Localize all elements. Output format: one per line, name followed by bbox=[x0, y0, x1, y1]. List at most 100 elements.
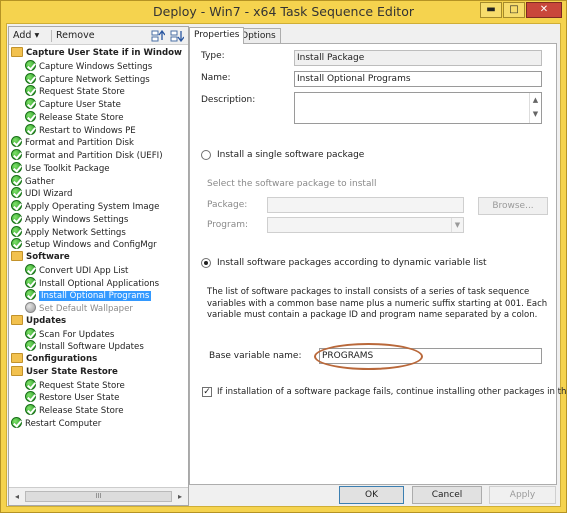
tree-step[interactable]: Restart Computer bbox=[11, 416, 102, 430]
tree-step[interactable]: Request State Store bbox=[25, 378, 125, 392]
tree-group[interactable]: User State Restore bbox=[11, 365, 118, 379]
tree-item-label: Format and Partition Disk bbox=[25, 138, 134, 149]
tree-item-label: Restart to Windows PE bbox=[39, 125, 136, 136]
scroll-left-icon[interactable]: ◂ bbox=[10, 490, 24, 503]
move-up-icon[interactable] bbox=[151, 30, 165, 42]
check-status-icon bbox=[25, 404, 36, 415]
tree-item-label: Scan For Updates bbox=[39, 329, 115, 340]
tree-item-label: Request State Store bbox=[39, 87, 125, 98]
tree-step[interactable]: Gather bbox=[11, 174, 55, 188]
tree-item-label: Capture User State if in Window bbox=[26, 48, 182, 58]
tree-step[interactable]: Install Software Updates bbox=[25, 340, 144, 353]
continue-on-failure-checkbox[interactable]: ✓ bbox=[202, 387, 212, 397]
description-scrollbar[interactable]: ▲ ▼ bbox=[529, 93, 541, 123]
check-status-icon bbox=[25, 72, 36, 84]
tree-step[interactable]: Install Optional Applications bbox=[25, 276, 159, 290]
toolbar-separator bbox=[51, 30, 52, 42]
check-status-icon bbox=[25, 123, 36, 135]
tree-step[interactable]: Capture Network Settings bbox=[25, 72, 150, 86]
tree-item-label: Request State Store bbox=[39, 380, 125, 391]
tree-step[interactable]: Scan For Updates bbox=[25, 327, 115, 341]
tree-item-label: Capture User State bbox=[39, 100, 121, 110]
check-status-icon bbox=[25, 59, 36, 71]
tree-step[interactable]: Capture Windows Settings bbox=[25, 59, 153, 73]
tree-step[interactable]: Release State Store bbox=[25, 110, 124, 124]
apply-button: Apply bbox=[489, 486, 556, 504]
tree-step[interactable]: Request State Store bbox=[25, 85, 125, 98]
description-field[interactable] bbox=[294, 92, 542, 124]
remove-button[interactable]: Remove bbox=[56, 29, 95, 43]
editor-content: Add ▾ Remove Capture User State if in Wi… bbox=[6, 23, 567, 507]
dynamic-list-description: The list of software packages to install… bbox=[207, 287, 548, 320]
tree-item-label: Set Default Wallpaper bbox=[39, 304, 133, 314]
maximize-button[interactable]: □ bbox=[503, 2, 525, 18]
tree-item-label: Use Toolkit Package bbox=[25, 163, 110, 174]
name-field[interactable]: Install Optional Programs bbox=[294, 71, 542, 87]
ok-button[interactable]: OK bbox=[339, 486, 404, 504]
tree-group[interactable]: Configurations bbox=[11, 353, 97, 366]
tree-step[interactable]: Apply Network Settings bbox=[11, 225, 126, 239]
tree-group[interactable]: Capture User State if in Window bbox=[11, 47, 182, 60]
tree-step[interactable]: Apply Windows Settings bbox=[11, 212, 128, 226]
tree-step[interactable]: Restore User State bbox=[25, 391, 119, 404]
check-status-icon bbox=[25, 378, 36, 390]
check-status-icon bbox=[11, 149, 22, 160]
tree-item-label: Install Optional Programs bbox=[39, 291, 152, 302]
tree-item-label: Restart Computer bbox=[25, 418, 102, 429]
package-label: Package: bbox=[207, 200, 248, 210]
description-label: Description: bbox=[201, 95, 256, 105]
tree-group[interactable]: Updates bbox=[11, 314, 66, 328]
tree-item-label: Format and Partition Disk (UEFI) bbox=[25, 151, 163, 161]
tree-step[interactable]: Set Default Wallpaper bbox=[25, 302, 133, 315]
check-status-icon bbox=[25, 340, 36, 352]
tree-item-label: Apply Network Settings bbox=[25, 227, 126, 238]
package-field bbox=[267, 197, 464, 213]
tree-step[interactable]: Restart to Windows PE bbox=[25, 123, 136, 137]
tree-step[interactable]: Setup Windows and ConfigMgr bbox=[11, 238, 157, 251]
tree-step[interactable]: Use Toolkit Package bbox=[11, 161, 110, 175]
check-status-icon bbox=[11, 212, 22, 224]
tree-step[interactable]: UDI Wizard bbox=[11, 187, 72, 200]
check-status-icon bbox=[11, 416, 22, 428]
tree-step[interactable]: Convert UDI App List bbox=[25, 263, 128, 277]
tree-step[interactable]: Install Optional Programs bbox=[25, 289, 152, 302]
single-package-label: Install a single software package bbox=[217, 150, 365, 160]
scrollbar-thumb[interactable]: III bbox=[25, 491, 172, 502]
add-label: Add bbox=[13, 30, 32, 41]
tree-step[interactable]: Apply Operating System Image bbox=[11, 200, 159, 213]
check-status-icon bbox=[11, 174, 22, 186]
cancel-button[interactable]: Cancel bbox=[412, 486, 482, 504]
disabled-status-icon bbox=[25, 302, 36, 313]
close-button[interactable]: ✕ bbox=[526, 2, 562, 18]
title-bar[interactable]: Deploy - Win7 - x64 Task Sequence Editor… bbox=[1, 1, 566, 23]
add-menu-button[interactable]: Add ▾ bbox=[13, 29, 39, 43]
scroll-right-icon[interactable]: ▸ bbox=[173, 490, 187, 503]
tree-item-label: Configurations bbox=[26, 354, 98, 364]
check-status-icon bbox=[25, 276, 36, 288]
check-status-icon bbox=[11, 225, 22, 237]
tree-group[interactable]: Software bbox=[11, 251, 70, 264]
tree-step[interactable]: Format and Partition Disk bbox=[11, 136, 134, 149]
tree-step[interactable]: Release State Store bbox=[25, 404, 124, 417]
add-dropdown-icon: ▾ bbox=[34, 30, 40, 41]
tree-step[interactable]: Capture User State bbox=[25, 98, 121, 111]
continue-on-failure-label: If installation of a software package fa… bbox=[217, 387, 567, 397]
tree-item-label: Setup Windows and ConfigMgr bbox=[25, 240, 157, 251]
minimize-button[interactable]: ▬ bbox=[480, 2, 502, 18]
tree-horizontal-scrollbar[interactable]: ◂ III ▸ bbox=[9, 487, 188, 505]
tree-item-label: Release State Store bbox=[39, 406, 124, 416]
move-down-icon[interactable] bbox=[170, 30, 184, 42]
tree-item-label: UDI Wizard bbox=[25, 189, 73, 200]
tree-step[interactable]: Format and Partition Disk (UEFI) bbox=[11, 149, 163, 162]
tab-properties[interactable]: Properties bbox=[189, 27, 245, 44]
tree-item-label: Capture Windows Settings bbox=[39, 61, 153, 72]
program-label: Program: bbox=[207, 220, 249, 230]
dynamic-list-radio[interactable] bbox=[201, 258, 211, 268]
check-status-icon bbox=[11, 187, 22, 199]
check-status-icon bbox=[25, 110, 36, 122]
program-dropdown-icon: ▼ bbox=[451, 218, 463, 232]
check-status-icon bbox=[11, 200, 22, 211]
task-sequence-tree: Capture User State if in Window Capture W… bbox=[9, 46, 188, 486]
single-package-radio[interactable] bbox=[201, 150, 211, 160]
browse-button: Browse... bbox=[478, 197, 548, 215]
